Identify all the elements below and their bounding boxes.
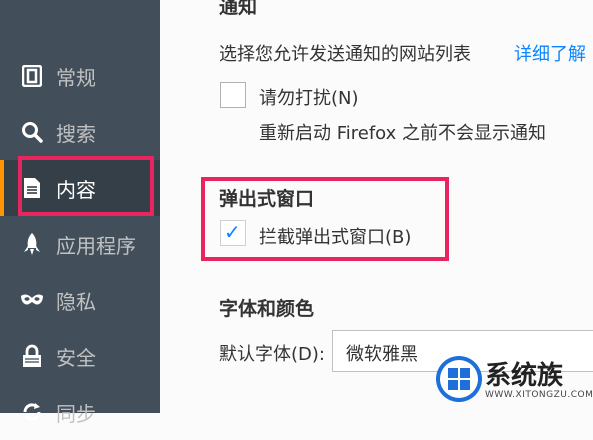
sidebar-item-sync[interactable]: 同步 xyxy=(0,384,160,440)
sidebar-item-security[interactable]: 安全 xyxy=(0,328,160,384)
content-highlight-box xyxy=(18,156,154,216)
dnd-label[interactable]: 请勿打扰(N) xyxy=(259,84,359,110)
watermark: 系统族 WWW.XITONGZU.COM xyxy=(433,343,593,413)
notifications-description: 选择您允许发送通知的网站列表 xyxy=(219,44,471,65)
privacy-mask-icon xyxy=(20,288,44,312)
sidebar-item-search[interactable]: 搜索 xyxy=(0,104,160,160)
sidebar-item-label: 常规 xyxy=(56,65,96,90)
sidebar-item-label: 搜索 xyxy=(56,121,96,146)
security-lock-icon xyxy=(20,344,44,368)
sidebar-item-label: 同步 xyxy=(56,401,96,426)
fonts-title: 字体和颜色 xyxy=(219,298,315,320)
windows-logo-icon xyxy=(436,356,482,402)
watermark-url: WWW.XITONGZU.COM xyxy=(485,390,593,400)
popups-highlight-box xyxy=(201,177,449,261)
sidebar-item-applications[interactable]: 应用程序 xyxy=(0,216,160,272)
applications-icon xyxy=(20,232,44,256)
learn-more-link[interactable]: 详细了解 xyxy=(514,40,586,66)
default-font-value: 微软雅黑 xyxy=(346,344,418,365)
sidebar-item-general[interactable]: 常规 xyxy=(0,48,160,104)
sync-icon xyxy=(20,400,44,424)
general-icon xyxy=(20,64,44,88)
sidebar-item-label: 隐私 xyxy=(56,289,96,314)
sidebar-item-label: 应用程序 xyxy=(56,233,136,258)
dnd-checkbox[interactable] xyxy=(220,82,246,108)
sidebar-item-label: 安全 xyxy=(56,345,96,370)
restart-note: 重新启动 Firefox 之前不会显示通知 xyxy=(259,123,547,144)
search-icon xyxy=(20,120,44,144)
notifications-title: 通知 xyxy=(219,0,258,18)
default-font-label: 默认字体(D): xyxy=(219,344,325,365)
sidebar-item-privacy[interactable]: 隐私 xyxy=(0,272,160,328)
watermark-brand: 系统族 xyxy=(485,361,564,391)
